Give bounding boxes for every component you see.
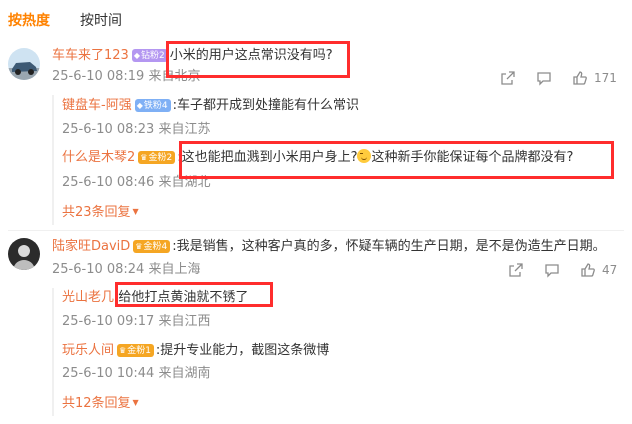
fan-badge: ◆钻粉2 [131,49,168,62]
comment-text: 小米的用户这点常识没有吗? [169,48,333,63]
share-icon [509,263,523,277]
reply-meta: 25-6-10 09:17 来自江西 [62,313,211,331]
badge-label: 金粉1 [127,346,151,356]
username[interactable]: 陆家旺DaviD [52,239,130,254]
avatar-person-image [8,238,40,270]
reply-header: 键盘车-阿强 ◆铁粉4:车子都开成到处撞能有什么常识 [62,97,359,115]
fan-badge: ♛金粉1 [117,344,154,357]
username[interactable]: 光山老几 [62,290,114,305]
caret-down-icon: ▼ [132,207,139,216]
thumbs-up-icon [581,263,595,277]
reply-meta: 25-6-10 08:23 来自江苏 [62,121,211,139]
timestamp: 25-6-10 08:19 [52,69,145,84]
diamond-icon: ◆ [136,101,143,110]
like-button[interactable]: 47 [580,262,617,278]
sort-tabs: 按热度 按时间 [8,12,122,30]
more-replies-link[interactable]: 共12条回复 ▼ [62,394,139,413]
comment-text: :我是销售，这种客户真的多，怀疑车辆的生产日期，是不是伪造生产日期。 [172,239,606,254]
reply-text-part1: :这也能把血溅到小米用户身上? [177,150,358,165]
badge-label: 钻粉2 [140,51,165,61]
badge-label: 金粉4 [143,242,168,252]
comment-meta: 25-6-10 08:24 来自上海 [52,261,201,279]
diamond-icon: ◆ [133,51,140,60]
reply-header: 什么是木琴2 ♛金粉2:这也能把血溅到小米用户身上? 这种新手你能保证每个品牌都没有… [62,149,573,167]
comment-header: 车车来了123 ◆钻粉2 小米的用户这点常识没有吗? [52,47,333,65]
thumbs-up-icon [573,71,587,85]
comment-actions: 171 [500,70,617,86]
share-button[interactable] [500,70,516,86]
comment-header: 陆家旺DaviD ♛金粉4:我是销售，这种客户真的多，怀疑车辆的生产日期，是不是伪… [52,238,606,256]
username[interactable]: 什么是木琴2 [62,150,135,165]
timestamp: 25-6-10 08:23 [62,122,155,137]
badge-label: 铁粉4 [143,101,168,111]
timestamp: 25-6-10 08:24 [52,262,145,277]
comment-divider [8,230,624,231]
tab-sort-by-hot[interactable]: 按热度 [8,12,50,30]
reply-thread-rule [52,288,54,416]
like-count: 47 [602,263,618,277]
reply-text: :提升专业能力，截图这条微博 [155,343,330,358]
reply-button[interactable] [544,262,560,278]
badge-label: 金粉2 [148,153,173,163]
fan-badge: ♛金粉4 [133,240,171,253]
location: 来自江西 [158,314,211,329]
reply-meta: 25-6-10 08:46 来自湖北 [62,174,211,192]
location: 来自北京 [148,69,201,84]
reply-button[interactable] [536,70,552,86]
crown-icon: ♛ [135,242,143,251]
reply-header: 光山老几:给他打点黄油就不锈了 [62,289,248,307]
avatar[interactable] [8,48,40,80]
share-button[interactable] [508,262,524,278]
avatar-car-image [8,48,40,80]
more-replies-link[interactable]: 共23条回复 ▼ [62,203,139,222]
reply-text: :车子都开成到处撞能有什么常识 [172,98,359,113]
timestamp: 25-6-10 10:44 [62,366,155,381]
more-replies-label: 共23条回复 [62,205,131,220]
location: 来自上海 [148,262,201,277]
smirk-emoji-icon [357,149,372,163]
reply-text-part2: 这种新手你能保证每个品牌都没有? [371,150,574,165]
timestamp: 25-6-10 08:46 [62,175,155,190]
username[interactable]: 键盘车-阿强 [62,98,132,113]
avatar[interactable] [8,238,40,270]
location: 来自江苏 [158,122,211,137]
share-icon [501,71,515,85]
username[interactable]: 玩乐人间 [62,343,114,358]
fan-badge: ♛金粉2 [138,151,176,164]
reply-thread-rule [52,95,54,225]
like-button[interactable]: 171 [572,70,617,86]
caret-down-icon: ▼ [132,398,139,407]
tab-sort-by-time[interactable]: 按时间 [80,12,122,30]
comment-icon [545,264,559,278]
comment-meta: 25-6-10 08:19 来自北京 [52,68,201,86]
comment-icon [537,72,551,86]
reply-header: 玩乐人间 ♛金粉1:提升专业能力，截图这条微博 [62,342,329,360]
location: 来自湖南 [158,366,211,381]
reply-text: :给他打点黄油就不锈了 [114,290,249,305]
more-replies-label: 共12条回复 [62,396,131,411]
like-count: 171 [594,71,617,85]
location: 来自湖北 [158,175,211,190]
fan-badge: ◆铁粉4 [134,99,171,112]
reply-meta: 25-6-10 10:44 来自湖南 [62,365,211,383]
crown-icon: ♛ [119,346,127,355]
timestamp: 25-6-10 09:17 [62,314,155,329]
username[interactable]: 车车来了123 [52,48,129,63]
crown-icon: ♛ [140,153,148,162]
comment-actions: 47 [508,262,617,278]
